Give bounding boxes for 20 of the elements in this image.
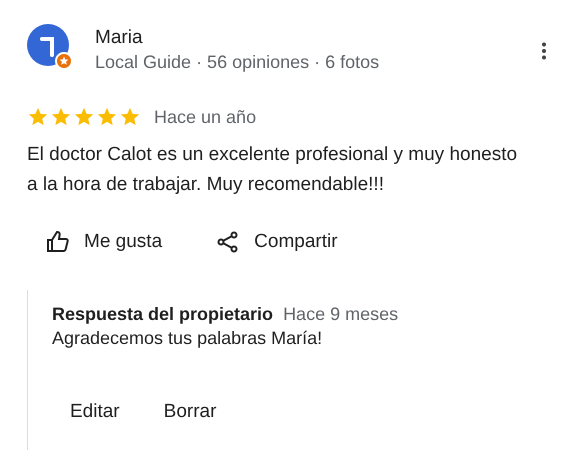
edit-button[interactable]: Editar	[70, 401, 120, 423]
delete-button[interactable]: Borrar	[164, 401, 216, 423]
thumbs-up-icon	[46, 230, 70, 254]
avatar	[27, 24, 73, 70]
review-time: Hace un año	[154, 106, 256, 128]
reply-title: Respuesta del propietario	[52, 304, 274, 325]
star-icon	[119, 106, 141, 128]
review-text: El doctor Calot es un excelente profesional y muy honesto a la hora de trabajar. Muy recomendable!!!	[27, 143, 518, 197]
like-button[interactable]: Me gusta	[46, 230, 162, 254]
star-icon	[27, 106, 49, 128]
author-name: Maria	[95, 26, 144, 50]
more-options-icon[interactable]	[541, 42, 547, 60]
reply-time: Hace 9 meses	[283, 304, 398, 325]
reply-text: Agradecemos tus palabras María!	[52, 327, 324, 350]
share-icon	[216, 230, 240, 254]
share-button[interactable]: Compartir	[216, 230, 338, 254]
star-icon	[96, 106, 118, 128]
star-icon	[50, 106, 72, 128]
star-icon	[73, 106, 95, 128]
author-meta: Local Guide · 56 opiniones · 6 fotos	[95, 51, 380, 74]
